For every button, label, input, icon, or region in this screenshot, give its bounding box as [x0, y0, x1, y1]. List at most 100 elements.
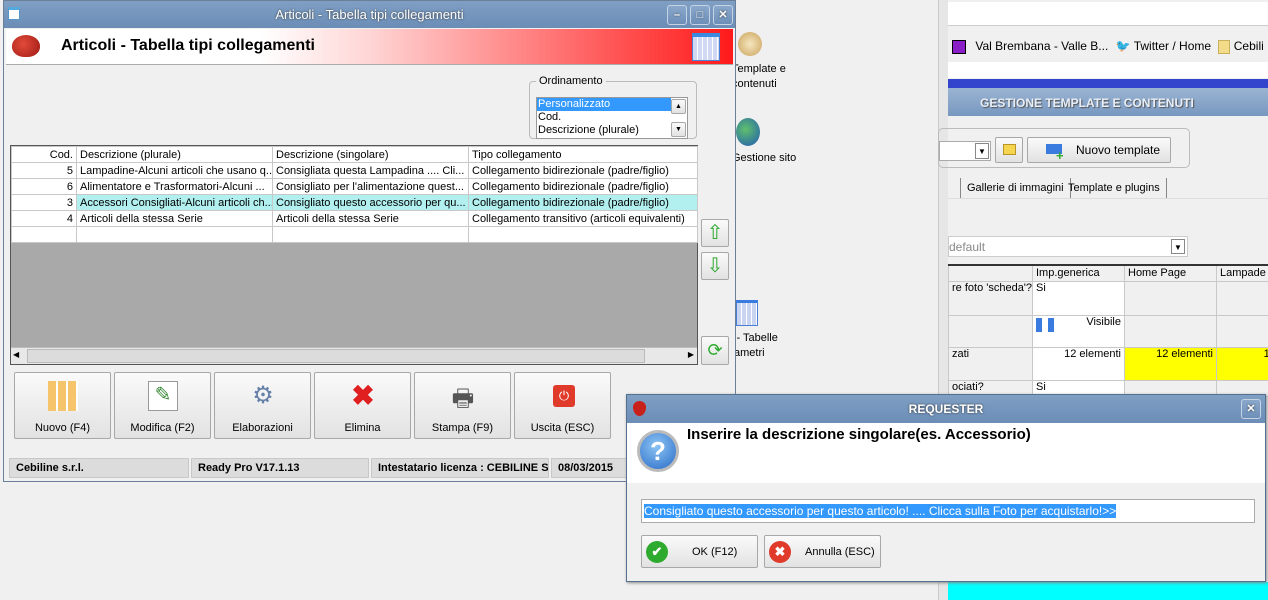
listbox-option[interactable]: Descrizione (plurale)	[537, 124, 687, 137]
ordinamento-listbox[interactable]: Personalizzato Cod. Descrizione (plurale…	[536, 97, 688, 139]
cell: Accessori Consigliati-Alcuni articoli ch…	[76, 194, 273, 211]
scroll-right-icon[interactable]: ▶	[688, 350, 694, 359]
cell-cod: 4	[11, 210, 77, 227]
refresh-button[interactable]: ⟳	[701, 336, 729, 365]
maximize-button[interactable]: □	[690, 5, 710, 25]
icon-label: i- Tabelle ametri	[734, 332, 778, 359]
table-icon	[692, 33, 720, 61]
listbox-option[interactable]: Cod.	[537, 111, 687, 124]
cell: Collegamento bidirezionale (padre/figlio…	[468, 194, 698, 211]
ordinamento-group: Ordinamento Personalizzato Cod. Descrizi…	[529, 75, 697, 139]
dialog-close-button[interactable]: ✕	[1241, 399, 1261, 419]
banner: Articoli - Tabella tipi collegamenti	[6, 29, 733, 65]
table-row[interactable]: zati12 elementi12 elementi12 e	[948, 346, 1268, 381]
button-label: Elaborazioni	[232, 422, 293, 434]
ordinamento-label: Ordinamento	[539, 75, 603, 87]
horizontal-scrollbar[interactable]: ◀ ▶	[11, 347, 697, 364]
column-header[interactable]: Cod.	[11, 146, 77, 163]
input-value-selected: Consigliato questo accessorio per questo…	[644, 504, 1117, 518]
prompt-area: ? Inserire la descrizione singolare(es. …	[627, 423, 1265, 483]
column-header[interactable]: Descrizione (singolare)	[272, 146, 469, 163]
scroll-thumb[interactable]	[27, 349, 645, 363]
cell[interactable]: 12 elementi	[1032, 346, 1125, 381]
elaborazioni-button[interactable]: ⚙ Elaborazioni	[214, 372, 311, 439]
blue-stripe	[948, 79, 1268, 88]
table-row[interactable]: re foto 'scheda'? Si	[948, 280, 1268, 316]
tab-template-plugins[interactable]: Template e plugins	[1062, 178, 1167, 198]
table-row[interactable]: Visibile	[948, 314, 1268, 348]
cell: Consigliata questa Lampadina .... Cli...	[272, 162, 469, 179]
desktop-icon-tabelle[interactable]: i- Tabelle ametri	[734, 298, 856, 359]
elimina-button[interactable]: ✖ Elimina	[314, 372, 411, 439]
column-header: Imp.generica	[1032, 264, 1125, 282]
palette-icon	[738, 32, 762, 56]
description-input[interactable]: Consigliato questo accessorio per questo…	[641, 499, 1255, 523]
nuovo-button[interactable]: Nuovo (F4)	[14, 372, 111, 439]
column-header[interactable]: Descrizione (plurale)	[76, 146, 273, 163]
bookmark-cebiline[interactable]: Cebili	[1234, 39, 1264, 53]
tab-gallerie[interactable]: Gallerie di immagini	[960, 178, 1071, 198]
column-header: Home Page	[1124, 264, 1217, 282]
template-table: Imp.generica Home Page Lampade I re foto '…	[948, 264, 1268, 397]
desktop-icon-gestione-sito[interactable]: Gestione sito	[732, 116, 856, 166]
table-row-new[interactable]	[11, 226, 698, 243]
grid-icon	[736, 300, 758, 326]
column-header[interactable]: Tipo collegamento	[468, 146, 698, 163]
section-header: GESTIONE TEMPLATE E CONTENUTI	[948, 88, 1268, 116]
cancel-button[interactable]: ✖ Annulla (ESC)	[764, 535, 881, 568]
spacer	[948, 62, 1268, 78]
requester-dialog: REQUESTER ✕ ? Inserire la descrizione si…	[626, 394, 1266, 582]
dialog-titlebar: REQUESTER ✕	[627, 395, 1265, 423]
cell[interactable]: Si	[1032, 280, 1125, 316]
table-row[interactable]: 6 Alimentatore e Trasformatori-Alcuni ...…	[11, 178, 698, 195]
cell: Collegamento bidirezionale (padre/figlio…	[468, 162, 698, 179]
scroll-down-button[interactable]: ▼	[671, 122, 686, 137]
chevron-down-icon: ▼	[975, 143, 989, 159]
template-select[interactable]: ▼	[939, 141, 991, 161]
cancel-label: Annulla (ESC)	[805, 546, 875, 558]
delete-x-icon: ✖	[351, 380, 375, 411]
ok-label: OK (F12)	[692, 546, 738, 558]
column-header: Lampade I	[1216, 264, 1268, 282]
table-row[interactable]: 4 Articoli della stessa Serie Articoli del…	[11, 210, 698, 227]
scroll-up-button[interactable]: ▲	[671, 99, 686, 114]
scroll-left-icon[interactable]: ◀	[13, 350, 19, 359]
uscita-button[interactable]: ⏻ Uscita (ESC)	[514, 372, 611, 439]
ok-button[interactable]: ✔ OK (F12)	[641, 535, 758, 568]
cell-cod: 5	[11, 162, 77, 179]
grid-header: Cod. Descrizione (plurale) Descrizione (…	[11, 146, 698, 163]
close-button[interactable]: ✕	[713, 5, 733, 25]
bookmark-twitter[interactable]: Twitter / Home	[1134, 39, 1211, 53]
move-up-button[interactable]: ⇧	[701, 219, 729, 247]
cell: Alimentatore e Trasformatori-Alcuni ...	[76, 178, 273, 195]
cell[interactable]: 12 e	[1216, 346, 1268, 381]
cell[interactable]: 12 elementi	[1124, 346, 1217, 381]
address-bar[interactable]	[948, 2, 1268, 26]
cancel-x-icon: ✖	[769, 541, 791, 563]
edit-icon: ✎	[148, 381, 178, 411]
status-license: Intestatario licenza : CEBILINE S	[371, 458, 549, 478]
cell[interactable]: Visibile	[1032, 314, 1125, 348]
status-date: 08/03/2015	[551, 458, 631, 478]
stampa-button[interactable]: 🖶 Stampa (F9)	[414, 372, 511, 439]
divider	[948, 198, 1268, 199]
default-select[interactable]: default ▼	[948, 236, 1188, 257]
minimize-button[interactable]: –	[667, 5, 687, 25]
bookmark-valbrembana[interactable]: Val Brembana - Valle B...	[975, 39, 1108, 53]
cell: zati	[948, 346, 1033, 381]
open-folder-button[interactable]	[995, 137, 1023, 163]
new-template-button[interactable]: + Nuovo template	[1027, 137, 1171, 163]
gear-document-icon: ⚙	[252, 382, 274, 409]
icon-label: Gestione sito	[732, 152, 797, 164]
power-icon: ⏻	[553, 385, 575, 407]
desktop-icon-template[interactable]: Template e contenuti	[732, 30, 856, 90]
table-row[interactable]: 5 Lampadine-Alcuni articoli che usano q..…	[11, 162, 698, 179]
toolbar-group: ▼ + Nuovo template	[938, 128, 1190, 168]
prompt-text: Inserire la descrizione singolare(es. Ac…	[687, 426, 1031, 443]
listbox-option[interactable]: Personalizzato	[537, 98, 671, 111]
cell-cod: 6	[11, 178, 77, 195]
table-row-selected[interactable]: 3 Accessori Consigliati-Alcuni articoli c…	[11, 194, 698, 211]
folder-icon	[1218, 39, 1231, 54]
modifica-button[interactable]: ✎ Modifica (F2)	[114, 372, 211, 439]
move-down-button[interactable]: ⇩	[701, 252, 729, 280]
